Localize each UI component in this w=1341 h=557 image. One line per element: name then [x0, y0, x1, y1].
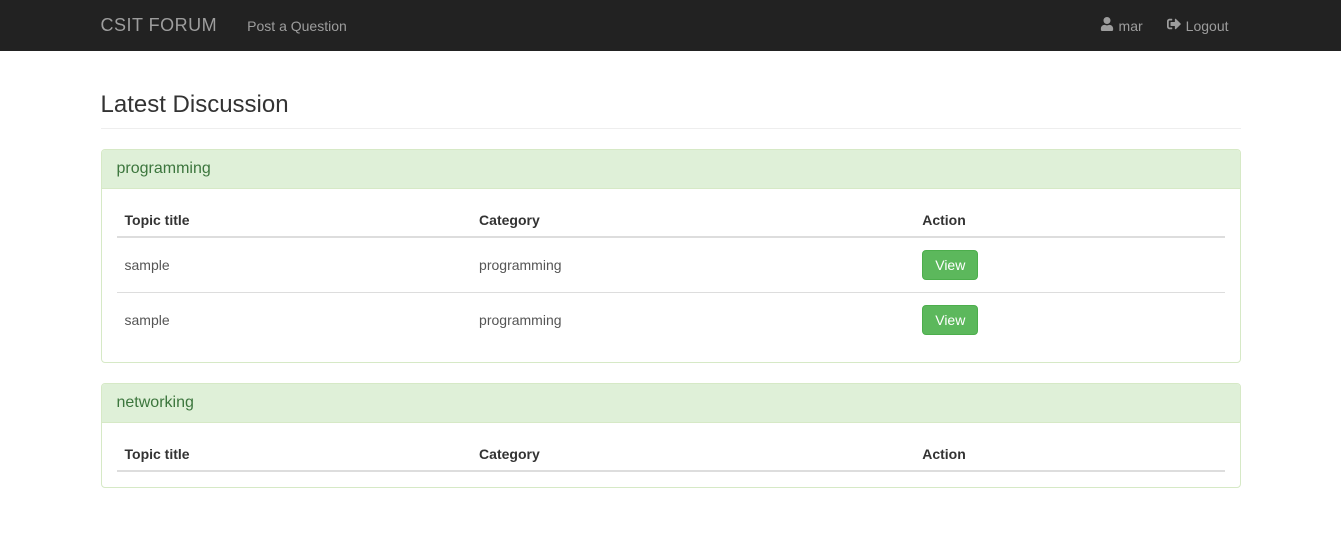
logout-label: Logout [1186, 18, 1229, 34]
panel-body: Topic titleCategoryAction [102, 423, 1240, 487]
post-question-link[interactable]: Post a Question [232, 3, 362, 49]
table-header-row: Topic titleCategoryAction [117, 438, 1225, 471]
table-header-row: Topic titleCategoryAction [117, 204, 1225, 237]
table-row: sampleprogramming View [117, 293, 1225, 348]
main-container: Latest Discussion programmingTopic title… [86, 51, 1256, 488]
cell-category: programming [471, 293, 914, 348]
column-header-action: Action [914, 204, 1224, 237]
brand-link[interactable]: CSIT FORUM [101, 0, 233, 51]
user-icon [1100, 17, 1114, 34]
user-link[interactable]: mar [1088, 2, 1155, 49]
discussion-panel: networking Topic titleCategoryAction [101, 383, 1241, 488]
cell-action: View [914, 237, 1224, 293]
cell-action: View [914, 293, 1224, 348]
navbar-inner: CSIT FORUM Post a Question mar Logout [86, 0, 1256, 51]
panel-heading: programming [102, 150, 1240, 189]
column-header-title: Topic title [117, 204, 472, 237]
user-label: mar [1119, 18, 1143, 34]
panels-list: programmingTopic titleCategoryActionsamp… [101, 149, 1241, 488]
panel-title: programming [117, 160, 211, 177]
page-header: Latest Discussion [101, 51, 1241, 129]
cell-category: programming [471, 237, 914, 293]
navbar: CSIT FORUM Post a Question mar Logout [0, 0, 1341, 51]
view-button[interactable]: View [922, 305, 978, 335]
logout-icon [1167, 17, 1181, 34]
panel-heading: networking [102, 384, 1240, 423]
table-row: sampleprogramming View [117, 237, 1225, 293]
column-header-category: Category [471, 438, 914, 471]
view-button[interactable]: View [922, 250, 978, 280]
cell-topic-title: sample [117, 293, 472, 348]
page-title: Latest Discussion [101, 91, 1241, 119]
discussion-table: Topic titleCategoryAction [117, 438, 1225, 472]
discussion-table: Topic titleCategoryActionsampleprogrammi… [117, 204, 1225, 347]
cell-topic-title: sample [117, 237, 472, 293]
column-header-category: Category [471, 204, 914, 237]
discussion-panel: programmingTopic titleCategoryActionsamp… [101, 149, 1241, 363]
column-header-action: Action [914, 438, 1224, 471]
logout-link[interactable]: Logout [1155, 2, 1241, 49]
panel-title: networking [117, 394, 194, 411]
panel-body: Topic titleCategoryActionsampleprogrammi… [102, 189, 1240, 362]
navbar-right: mar Logout [1088, 2, 1241, 49]
column-header-title: Topic title [117, 438, 472, 471]
